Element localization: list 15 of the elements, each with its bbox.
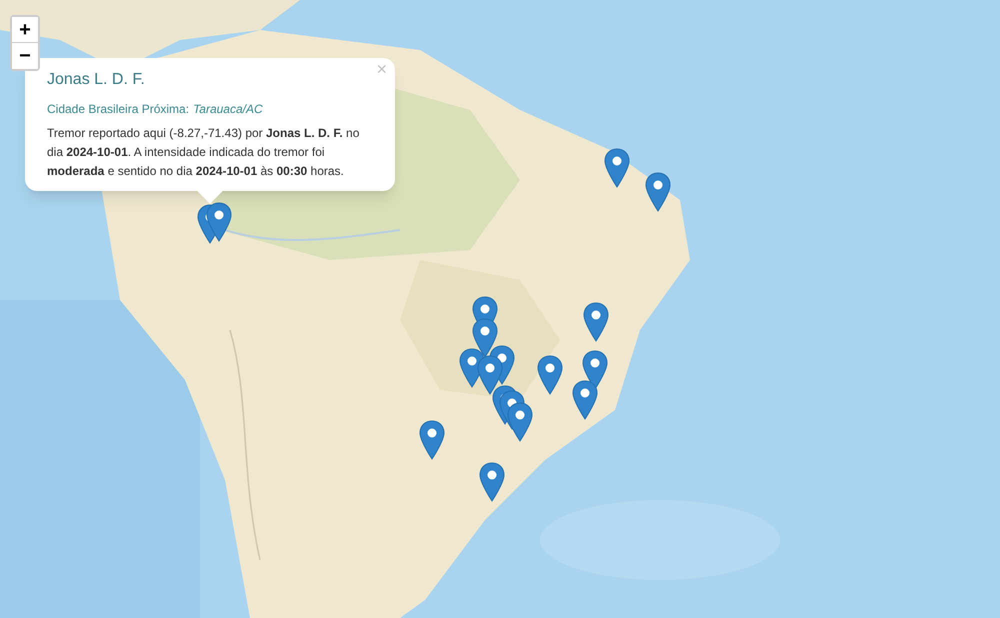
map-pin-icon[interactable] [419,420,445,460]
popup-message: Tremor reportado aqui (-8.27,-71.43) por Jonas L. D. F. no dia 2024-10-01. A intensidade indicada do tremor foi moderada e sentido no dia 2024-10-01 às 00:30 horas. [47,125,360,180]
map-pin-icon[interactable] [645,172,671,212]
nearest-city-value: Tarauaca/AC [193,101,263,118]
popup-title: Jonas L. D. F. [47,70,146,90]
zoom-in-button[interactable]: + [12,17,38,43]
map-pin-cluster-icon[interactable] [197,202,232,244]
map-pin-cluster-icon[interactable] [572,350,608,420]
map-pin-icon[interactable] [583,302,609,342]
map-pin-cluster-icon[interactable] [459,296,515,395]
map-pin-icon[interactable] [537,355,563,395]
map-pin-cluster-icon[interactable] [492,385,533,442]
map-pin-icon[interactable] [479,462,505,502]
map-pin-icon[interactable] [604,148,630,188]
nearest-city-label: Cidade Brasileira Próxima: [47,101,190,118]
